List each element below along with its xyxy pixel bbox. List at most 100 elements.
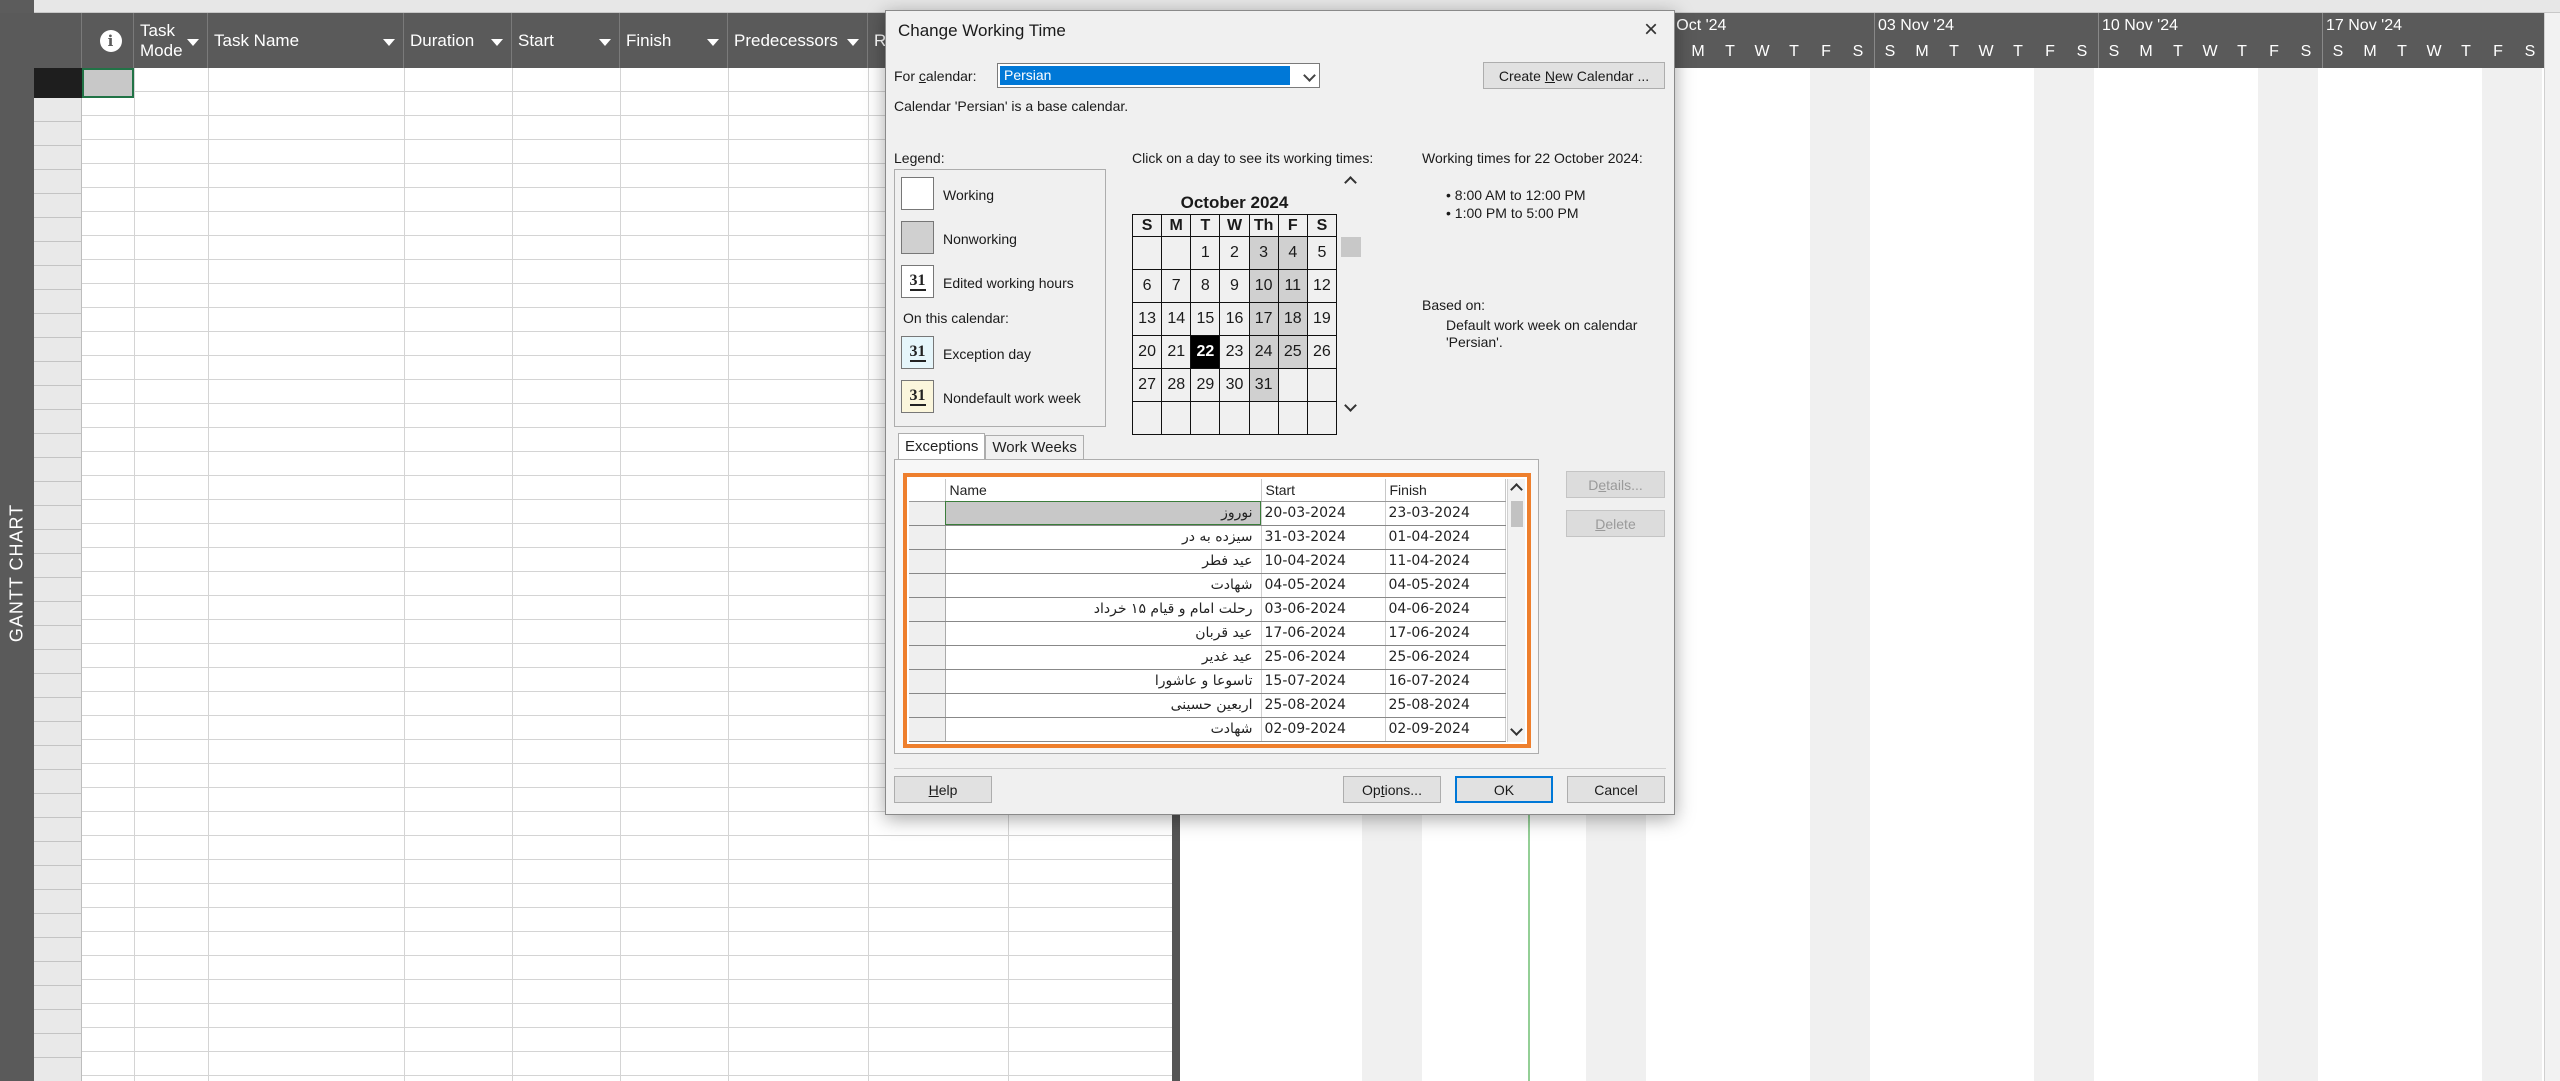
help-button[interactable]: Help	[894, 776, 992, 803]
col-finish-header[interactable]: Finish	[1385, 479, 1506, 502]
calendar-day[interactable]: 23	[1219, 335, 1250, 369]
exception-finish[interactable]: 25-08-2024	[1385, 693, 1506, 718]
exception-row[interactable]: شهادت 02-09-2024 02-09-2024	[909, 717, 1506, 742]
exception-finish[interactable]: 23-03-2024	[1385, 501, 1506, 526]
exception-start[interactable]: 17-06-2024	[1261, 621, 1386, 646]
calendar-day[interactable]: 1	[1190, 236, 1221, 270]
filter-arrow-icon[interactable]	[599, 39, 611, 46]
chevron-down-icon[interactable]	[1303, 69, 1316, 82]
exceptions-scroll-thumb[interactable]	[1511, 501, 1523, 527]
calendar-day[interactable]: 30	[1219, 368, 1250, 402]
calendar-day[interactable]: 3	[1248, 236, 1279, 270]
exception-finish[interactable]: 02-09-2024	[1385, 717, 1506, 742]
exception-name[interactable]: عید غدیر	[945, 645, 1262, 670]
chevron-up-icon[interactable]	[1510, 483, 1523, 496]
exception-name[interactable]: سیزده به در	[945, 525, 1262, 550]
ok-button[interactable]: OK	[1455, 776, 1553, 803]
exception-start[interactable]: 04-05-2024	[1261, 573, 1386, 598]
exception-name[interactable]: رحلت امام و قیام ۱۵ خرداد	[945, 597, 1262, 622]
exception-row[interactable]: سیزده به در 31-03-2024 01-04-2024	[909, 525, 1506, 550]
exception-row-header[interactable]	[909, 717, 946, 742]
calendar-day[interactable]: 22	[1190, 335, 1221, 369]
exception-start[interactable]: 10-04-2024	[1261, 549, 1386, 574]
filter-arrow-icon[interactable]	[187, 39, 199, 46]
chevron-up-icon[interactable]	[1344, 176, 1357, 189]
calendar-day[interactable]: 9	[1219, 269, 1250, 303]
exception-row-header[interactable]	[909, 621, 946, 646]
calendar-day[interactable]: 15	[1190, 302, 1221, 336]
calendar-day[interactable]: 2	[1219, 236, 1250, 270]
exception-row-header[interactable]	[909, 501, 946, 526]
filter-arrow-icon[interactable]	[707, 39, 719, 46]
filter-arrow-icon[interactable]	[383, 39, 395, 46]
calendar-day[interactable]: 19	[1306, 302, 1338, 336]
filter-arrow-icon[interactable]	[847, 39, 859, 46]
col-header-name[interactable]: Task Name	[208, 13, 404, 68]
calendar-day[interactable]: 17	[1248, 302, 1279, 336]
calendar-day[interactable]: 10	[1248, 269, 1279, 303]
calendar-day[interactable]: 18	[1277, 302, 1308, 336]
calendar-day[interactable]: 13	[1131, 302, 1163, 336]
delete-button[interactable]: Delete	[1566, 510, 1665, 537]
exception-finish[interactable]: 16-07-2024	[1385, 669, 1506, 694]
exception-name[interactable]: عید فطر	[945, 549, 1262, 574]
calendar-day[interactable]: 27	[1131, 368, 1163, 402]
exception-name[interactable]: اربعین حسینی	[945, 693, 1262, 718]
exception-row[interactable]: نوروز 20-03-2024 23-03-2024	[909, 501, 1506, 526]
exception-name[interactable]: شهادت	[945, 717, 1262, 742]
tab-work-weeks[interactable]: Work Weeks	[985, 435, 1084, 459]
exception-row[interactable]: عید غدیر 25-06-2024 25-06-2024	[909, 645, 1506, 670]
exceptions-scrollbar[interactable]	[1507, 479, 1525, 742]
exception-row[interactable]: تاسوعا و عاشورا 15-07-2024 16-07-2024	[909, 669, 1506, 694]
calendar-day[interactable]: 7	[1161, 269, 1192, 303]
col-header-pred[interactable]: Predecessors	[728, 13, 868, 68]
calendar-day[interactable]: 5	[1306, 236, 1338, 270]
calendar-day[interactable]: 25	[1277, 335, 1308, 369]
chevron-down-icon[interactable]	[1344, 399, 1357, 412]
exception-row-header[interactable]	[909, 525, 946, 550]
calendar-day[interactable]: 4	[1277, 236, 1308, 270]
calendar-day[interactable]: 14	[1161, 302, 1192, 336]
exception-start[interactable]: 02-09-2024	[1261, 717, 1386, 742]
col-header-finish[interactable]: Finish	[620, 13, 728, 68]
calendar-scroll-thumb[interactable]	[1341, 237, 1361, 257]
exception-start[interactable]: 15-07-2024	[1261, 669, 1386, 694]
calendar-day[interactable]: 29	[1190, 368, 1221, 402]
create-new-calendar-button[interactable]: Create New Calendar ...	[1483, 62, 1665, 89]
exception-name[interactable]: عید قربان	[945, 621, 1262, 646]
col-name-header[interactable]: Name	[945, 479, 1262, 502]
exception-name[interactable]: تاسوعا و عاشورا	[945, 669, 1262, 694]
exception-row-header[interactable]	[909, 669, 946, 694]
col-start-header[interactable]: Start	[1261, 479, 1386, 502]
options-button[interactable]: Op t ions...	[1343, 776, 1441, 803]
exception-start[interactable]: 25-08-2024	[1261, 693, 1386, 718]
exception-row[interactable]: عید قربان 17-06-2024 17-06-2024	[909, 621, 1506, 646]
calendar-day[interactable]: 11	[1277, 269, 1308, 303]
vertical-scrollbar[interactable]	[2544, 13, 2560, 1081]
exception-start[interactable]: 25-06-2024	[1261, 645, 1386, 670]
calendar-day[interactable]: 20	[1131, 335, 1163, 369]
exception-start[interactable]: 31-03-2024	[1261, 525, 1386, 550]
col-header-info[interactable]: i	[82, 13, 134, 68]
cancel-button[interactable]: Cancel	[1567, 776, 1665, 803]
exception-row[interactable]: عید فطر 10-04-2024 11-04-2024	[909, 549, 1506, 574]
exception-row-header[interactable]	[909, 573, 946, 598]
tab-exceptions[interactable]: Exceptions	[898, 433, 986, 459]
details-button[interactable]: De tails...	[1566, 471, 1665, 498]
calendar-day[interactable]: 6	[1131, 269, 1163, 303]
exceptions-table[interactable]: Name Start Finish نوروز 20-03-2024 23-03-2…	[909, 479, 1506, 742]
exception-row[interactable]: رحلت امام و قیام ۱۵ خرداد 03-06-2024 04-06…	[909, 597, 1506, 622]
calendar-day[interactable]: 28	[1161, 368, 1192, 402]
exception-row-header[interactable]	[909, 645, 946, 670]
exception-finish[interactable]: 04-05-2024	[1385, 573, 1506, 598]
col-header-mode[interactable]: Task Mode	[134, 13, 208, 68]
active-cell[interactable]	[82, 68, 134, 98]
calendar-day[interactable]: 26	[1306, 335, 1338, 369]
select-all-corner[interactable]	[34, 68, 82, 98]
exception-name[interactable]: نوروز	[945, 501, 1262, 526]
exception-finish[interactable]: 25-06-2024	[1385, 645, 1506, 670]
calendar-day[interactable]: 21	[1161, 335, 1192, 369]
calendar-day[interactable]: 8	[1190, 269, 1221, 303]
chevron-down-icon[interactable]	[1510, 723, 1523, 736]
exception-start[interactable]: 03-06-2024	[1261, 597, 1386, 622]
